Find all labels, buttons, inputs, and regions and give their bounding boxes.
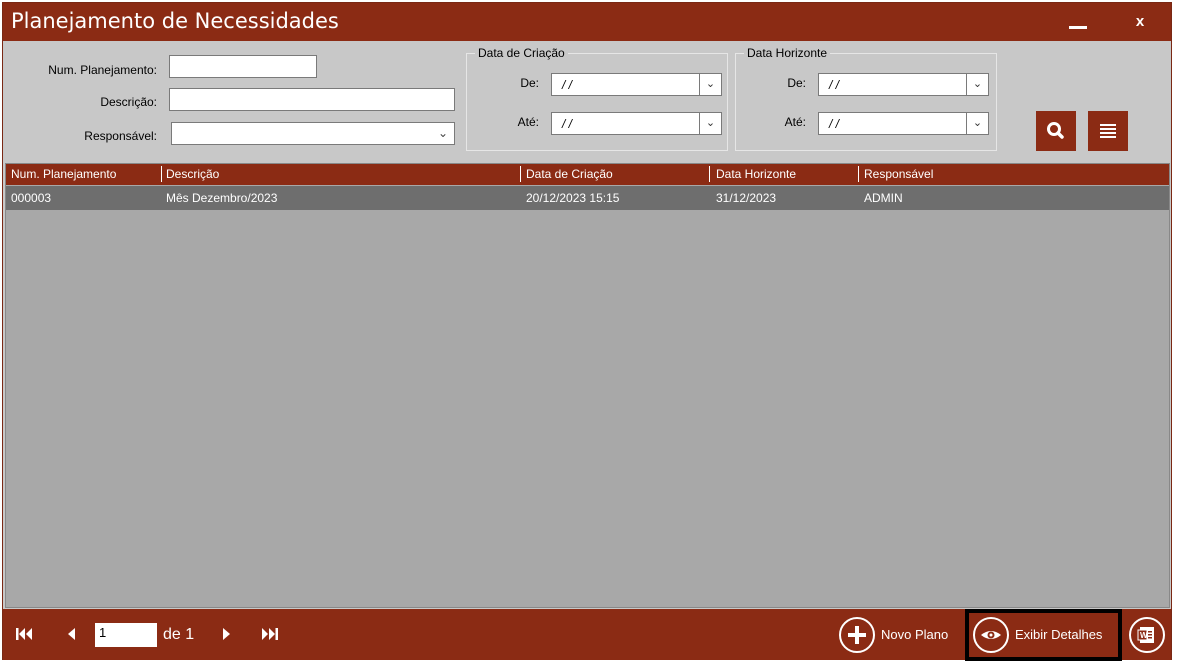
results-grid: Num. Planejamento Descrição Data de Cria… [5, 163, 1170, 608]
table-cell: 20/12/2023 15:15 [526, 191, 620, 205]
window: Planejamento de Necessidades x Num. Plan… [2, 2, 1172, 661]
list-view-button[interactable] [1088, 111, 1128, 151]
data-criacao-de-value: / / [562, 78, 573, 92]
calendar-dropdown-icon[interactable]: ⌄ [699, 113, 721, 134]
column-header[interactable]: Data Horizonte [716, 167, 796, 181]
data-horizonte-de-picker[interactable]: / / ⌄ [818, 73, 989, 96]
table-row[interactable]: 000003 Mês Dezembro/2023 20/12/2023 15:1… [6, 186, 1169, 210]
data-criacao-ate-picker[interactable]: / / ⌄ [551, 112, 722, 135]
novo-plano-button[interactable]: Novo Plano [839, 617, 963, 653]
num-planejamento-label: Num. Planejamento: [48, 63, 157, 77]
filter-panel: Num. Planejamento: Descrição: Responsáve… [3, 41, 1171, 163]
data-criacao-ate-value: / / [562, 117, 573, 131]
column-divider [161, 166, 162, 182]
exibir-detalhes-label: Exibir Detalhes [1015, 627, 1103, 642]
calendar-dropdown-icon[interactable]: ⌄ [966, 113, 988, 134]
next-page-icon[interactable] [217, 626, 235, 642]
data-horizonte-ate-label: Até: [784, 115, 806, 129]
column-divider [858, 166, 859, 182]
column-header[interactable]: Num. Planejamento [11, 167, 116, 181]
search-icon [1047, 122, 1064, 139]
previous-page-icon[interactable] [63, 626, 81, 642]
data-criacao-ate-label: Até: [517, 115, 539, 129]
num-planejamento-input[interactable] [169, 55, 317, 78]
calendar-dropdown-icon[interactable]: ⌄ [699, 74, 721, 95]
page-count-label: de 1 [163, 626, 195, 643]
last-page-icon[interactable] [261, 626, 279, 642]
data-horizonte-ate-picker[interactable]: / / ⌄ [818, 112, 989, 135]
chevron-down-icon: ⌄ [437, 126, 448, 140]
descricao-label: Descrição: [100, 95, 157, 109]
close-button[interactable]: x [1129, 11, 1151, 33]
first-page-icon[interactable] [15, 626, 33, 642]
window-title: Planejamento de Necessidades [11, 9, 339, 33]
column-divider [520, 166, 521, 182]
table-cell: 000003 [11, 191, 52, 205]
data-criacao-group: Data de Criação De: / / ⌄ Até: / / ⌄ [466, 46, 728, 151]
title-bar: Planejamento de Necessidades x [3, 3, 1171, 41]
minimize-button[interactable] [1067, 11, 1089, 33]
data-horizonte-de-value: / / [829, 78, 840, 92]
list-icon [1100, 124, 1116, 138]
column-header[interactable]: Data de Criação [526, 167, 613, 181]
plus-icon [839, 617, 875, 653]
table-cell: Mês Dezembro/2023 [166, 191, 278, 205]
responsavel-label: Responsável: [84, 129, 157, 143]
column-header[interactable]: Responsável [864, 167, 933, 181]
novo-plano-label: Novo Plano [881, 627, 949, 642]
search-button[interactable] [1036, 111, 1076, 151]
table-cell: 31/12/2023 [716, 191, 777, 205]
data-criacao-de-label: De: [520, 76, 539, 90]
data-horizonte-title: Data Horizonte [744, 46, 831, 60]
svg-text:W: W [1140, 631, 1148, 640]
data-horizonte-de-label: De: [787, 76, 806, 90]
data-horizonte-group: Data Horizonte De: / / ⌄ Até: / / ⌄ [735, 46, 997, 151]
word-document-icon: W [1129, 617, 1165, 653]
data-criacao-title: Data de Criação [475, 46, 568, 60]
data-horizonte-ate-value: / / [829, 117, 840, 131]
exibir-detalhes-button[interactable]: Exibir Detalhes [971, 617, 1117, 653]
column-divider [709, 166, 710, 182]
eye-icon [973, 617, 1009, 653]
pager-bar: 1 de 1 Novo Plano Exibir Detalhes W [3, 609, 1171, 661]
data-criacao-de-picker[interactable]: / / ⌄ [551, 73, 722, 96]
responsavel-select[interactable]: ⌄ [171, 122, 455, 145]
table-cell: ADMIN [864, 191, 903, 205]
descricao-input[interactable] [169, 88, 455, 111]
grid-header: Num. Planejamento Descrição Data de Cria… [6, 164, 1169, 185]
calendar-dropdown-icon[interactable]: ⌄ [966, 74, 988, 95]
column-header[interactable]: Descrição [166, 167, 219, 181]
page-number-input[interactable]: 1 [95, 623, 157, 647]
export-word-button[interactable]: W [1129, 617, 1167, 653]
